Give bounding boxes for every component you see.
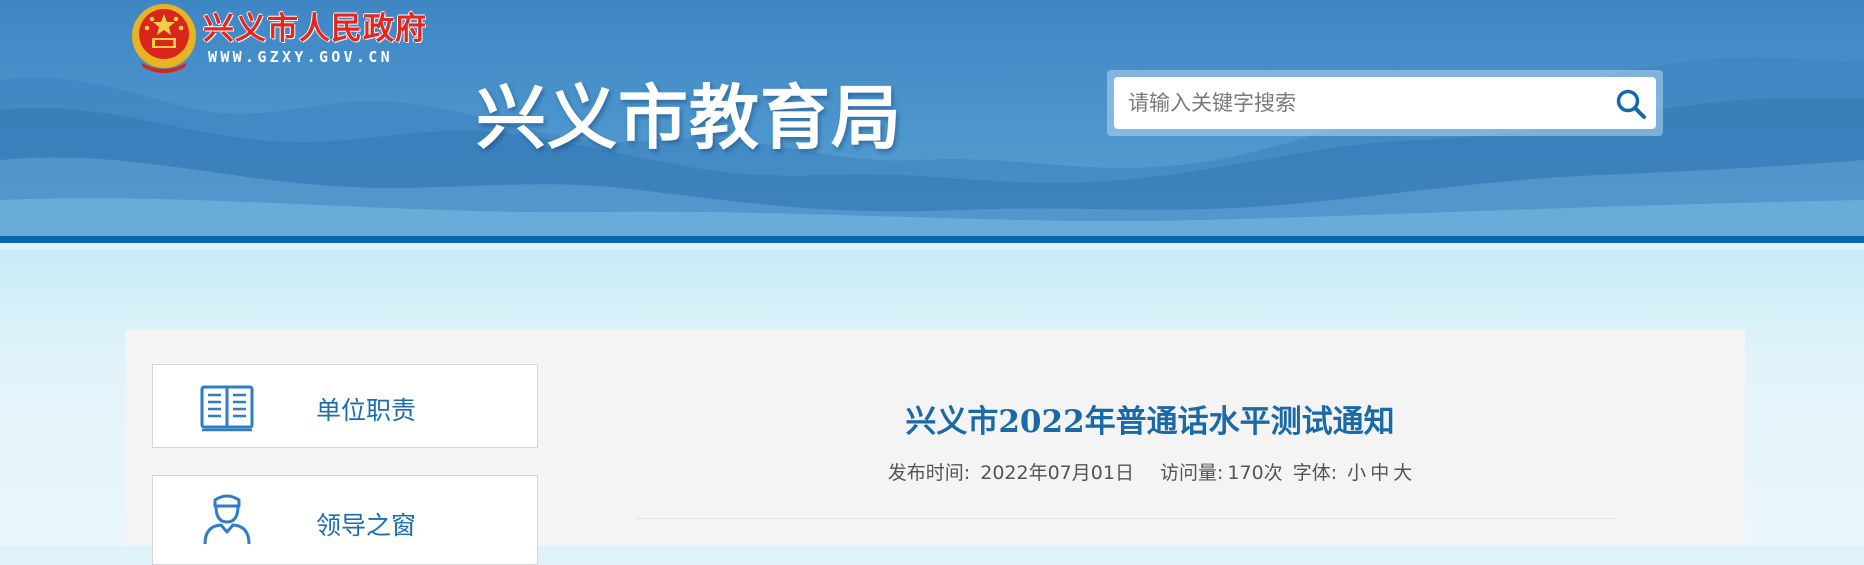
font-size-label: 字体:	[1292, 462, 1338, 484]
publish-date: 2022年07月01日	[980, 462, 1134, 484]
divider	[636, 518, 1616, 519]
content-container: 单位职责 领导之窗 兴义市2022年普通话水平测试通知 发布时间: 2022年0…	[125, 330, 1745, 565]
article-title: 兴义市2022年普通话水平测试通知	[905, 404, 1395, 440]
views-count: 170次	[1227, 462, 1283, 484]
sidebar-item-label: 领导之窗	[316, 511, 417, 540]
page-title: 兴义市教育局	[476, 77, 902, 159]
search-input[interactable]	[1114, 77, 1656, 129]
sidebar-item-leaders[interactable]: 领导之窗	[152, 475, 538, 565]
article-meta: 发布时间: 2022年07月01日 访问量: 170次 字体: 小中大	[125, 458, 1745, 485]
views-label: 访问量:	[1160, 462, 1224, 484]
font-medium-button[interactable]: 中	[1370, 462, 1389, 484]
header-divider-bar	[0, 236, 1864, 243]
site-header: 兴义市人民政府 WWW.GZXY.GOV.CN 兴义市教育局	[0, 0, 1864, 243]
search-icon[interactable]	[1615, 88, 1647, 120]
gov-site-name[interactable]: 兴义市人民政府	[203, 3, 427, 48]
publish-label: 发布时间:	[887, 462, 971, 484]
gov-site-url[interactable]: WWW.GZXY.GOV.CN	[208, 48, 393, 66]
font-small-button[interactable]: 小	[1347, 462, 1366, 484]
national-emblem-icon	[132, 4, 196, 73]
search-box	[1107, 70, 1663, 136]
person-icon	[203, 494, 251, 544]
font-large-button[interactable]: 大	[1393, 462, 1412, 484]
